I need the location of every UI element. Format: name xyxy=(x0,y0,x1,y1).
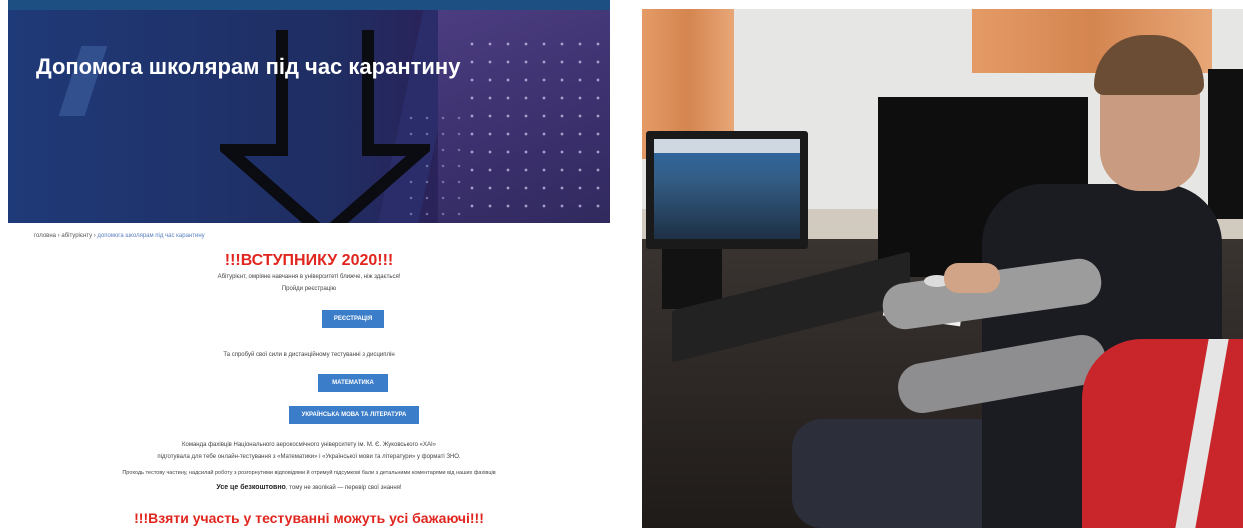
intro-text: Абітурієнт, омріяне навчання в університ… xyxy=(217,274,401,280)
free-text-bold: Усе це безкоштовно xyxy=(216,484,286,491)
breadcrumb-current: допомога школярам під час карантину xyxy=(97,233,205,239)
breadcrumb-section-link[interactable]: абітурієнту xyxy=(61,233,92,239)
photo-screen-header xyxy=(654,139,800,153)
math-button[interactable]: Математика xyxy=(318,374,388,392)
website-screenshot: Допомога школярам під час карантину голо… xyxy=(0,0,620,528)
bottom-heading: !!!Взяти участь у тестуванні можуть усі … xyxy=(134,510,484,526)
free-text-rest: , тому не зволікай — перевір свої знання… xyxy=(285,485,402,491)
classroom-photo xyxy=(642,9,1243,528)
free-text: Усе це безкоштовно, тому не зволікай — п… xyxy=(8,484,610,491)
prepared-text: підготувала для тебе онлайн-тестування з… xyxy=(157,454,461,460)
hero-banner: Допомога школярам під час карантину xyxy=(8,10,610,223)
team-text: Команда фахівців Національного аерокосмі… xyxy=(181,442,436,448)
photo-computer-tower-back xyxy=(1208,69,1243,219)
ukrainian-language-button[interactable]: Українська мова та література xyxy=(289,406,419,424)
page-heading: !!!ВСТУПНИКУ 2020!!! xyxy=(224,252,394,269)
breadcrumb-home-link[interactable]: головна xyxy=(34,233,56,239)
process-text: Проходь тестову частину, надсилай роботу… xyxy=(122,470,496,476)
try-text: Та спробуй свої сили в дистанційному тес… xyxy=(223,352,395,358)
hero-dot-pattern xyxy=(463,35,603,215)
site-top-bar xyxy=(8,0,610,10)
photo-monitor-screen xyxy=(654,139,800,239)
breadcrumb: головна › абітурієнту › допомога школяра… xyxy=(34,233,205,239)
hero-title: Допомога школярам під час карантину xyxy=(36,54,461,79)
register-button[interactable]: Реєстрація xyxy=(322,310,384,328)
cta-text: Пройди реєстрацію xyxy=(281,286,337,292)
photo-student-hand xyxy=(944,263,1000,293)
